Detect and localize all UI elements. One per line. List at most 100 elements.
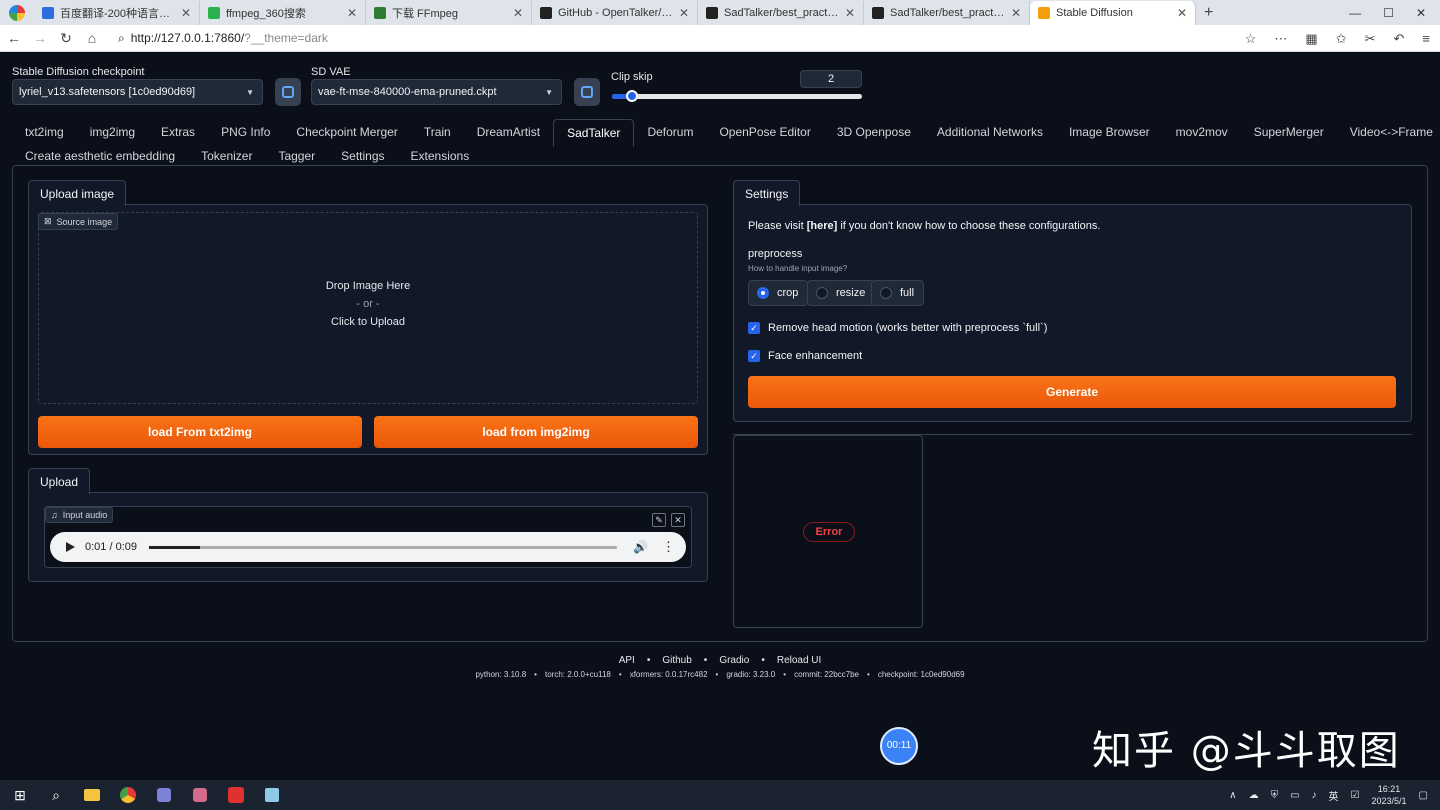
- browser-tab[interactable]: Stable Diffusion ✕: [1030, 1, 1196, 25]
- browser-tab[interactable]: SadTalker/best_practice.md ✕: [864, 1, 1030, 25]
- maximize-icon[interactable]: ☐: [1383, 6, 1394, 20]
- close-tab-icon[interactable]: ✕: [1011, 6, 1021, 20]
- load-from-img2img-button[interactable]: load from img2img: [374, 416, 698, 448]
- tab-upload-image[interactable]: Upload image: [28, 180, 127, 206]
- footer-link[interactable]: Reload UI: [777, 655, 821, 666]
- chevron-up-icon[interactable]: ∧: [1229, 790, 1236, 801]
- separator: •: [618, 670, 622, 679]
- refresh-vae-button[interactable]: [574, 78, 600, 106]
- close-tab-icon[interactable]: ✕: [679, 6, 689, 20]
- check-icon: ✓: [748, 322, 760, 334]
- browser-tab-title: ffmpeg_360搜索: [226, 8, 306, 20]
- search-icon[interactable]: ⌕: [46, 785, 66, 805]
- tab-upload[interactable]: Upload: [28, 468, 91, 494]
- volume-icon[interactable]: ♪: [1312, 790, 1317, 801]
- ime-indicator[interactable]: 英: [1329, 788, 1339, 803]
- tools-icon[interactable]: ✂: [1365, 31, 1376, 47]
- window-controls: — ☐ ✕: [1349, 0, 1440, 25]
- volume-icon[interactable]: 🔊: [633, 540, 648, 554]
- tab-supermerger[interactable]: SuperMerger: [1241, 119, 1337, 147]
- close-tab-icon[interactable]: ✕: [181, 6, 191, 20]
- play-icon[interactable]: [66, 542, 75, 552]
- tab-settings-box[interactable]: Settings: [733, 180, 801, 206]
- browser-tab[interactable]: ffmpeg_360搜索 ✕: [200, 1, 366, 25]
- browser-tab[interactable]: 百度翻译-200种语言互译、沟 ✕: [34, 1, 200, 25]
- preprocess-label: preprocess: [748, 248, 803, 260]
- clip-skip-input[interactable]: 2: [800, 70, 862, 88]
- remove-head-motion-checkbox[interactable]: ✓ Remove head motion (works better with p…: [748, 322, 1047, 334]
- minimize-icon[interactable]: —: [1349, 6, 1361, 20]
- radio-full[interactable]: full: [871, 280, 925, 306]
- radio-resize[interactable]: resize: [807, 280, 876, 306]
- browser-tab-title: GitHub - OpenTalker/SadTa: [558, 7, 673, 19]
- tab-image-browser[interactable]: Image Browser: [1056, 119, 1163, 147]
- check-icon[interactable]: ☑: [1351, 790, 1360, 801]
- vae-dropdown[interactable]: vae-ft-mse-840000-ema-pruned.ckpt ▼: [311, 79, 562, 105]
- close-tab-icon[interactable]: ✕: [1177, 6, 1187, 20]
- image-dropzone[interactable]: Drop Image Here - or - Click to Upload: [38, 212, 698, 404]
- star-icon[interactable]: ☆: [1245, 31, 1257, 47]
- browser-tab-title: 下载 FFmpeg: [392, 8, 459, 20]
- tab-3d-openpose[interactable]: 3D Openpose: [824, 119, 924, 147]
- grid-icon[interactable]: ▦: [1305, 31, 1317, 47]
- footer-link[interactable]: Github: [662, 655, 691, 666]
- favorites-icon[interactable]: ✩: [1336, 31, 1347, 47]
- forward-icon[interactable]: →: [28, 30, 52, 46]
- close-tab-icon[interactable]: ✕: [347, 6, 357, 20]
- face-enhancement-checkbox[interactable]: ✓ Face enhancement: [748, 350, 862, 362]
- tab-additional-networks[interactable]: Additional Networks: [924, 119, 1056, 147]
- url-field[interactable]: ⌕ http://127.0.0.1:7860/?__theme=dark: [118, 31, 328, 46]
- favicon-icon: [706, 7, 718, 19]
- url-query: ?__theme=dark: [244, 31, 328, 45]
- refresh-checkpoint-button[interactable]: [275, 78, 301, 106]
- more-vertical-icon[interactable]: ⋮: [662, 539, 675, 555]
- close-icon[interactable]: ✕: [671, 513, 685, 527]
- more-icon[interactable]: ⋯: [1274, 31, 1287, 47]
- slider-handle[interactable]: [626, 90, 638, 102]
- home-icon[interactable]: ⌂: [80, 30, 104, 46]
- browser-tab[interactable]: 下载 FFmpeg ✕: [366, 1, 532, 25]
- undo-icon[interactable]: ↶: [1394, 31, 1405, 47]
- shield-icon[interactable]: ⛨: [1271, 790, 1279, 801]
- notepad-icon[interactable]: [262, 785, 282, 805]
- tab-video-frame[interactable]: Video<->Frame: [1337, 119, 1440, 147]
- load-from-txt2img-button[interactable]: load From txt2img: [38, 416, 362, 448]
- edit-icon[interactable]: ✎: [652, 513, 666, 527]
- close-tab-icon[interactable]: ✕: [513, 6, 523, 20]
- favicon-icon: [374, 7, 386, 19]
- tab-sadtalker[interactable]: SadTalker: [553, 119, 635, 147]
- menu-icon[interactable]: ≡: [1422, 31, 1430, 46]
- radio-crop[interactable]: crop: [748, 280, 809, 306]
- close-tab-icon[interactable]: ✕: [845, 6, 855, 20]
- browser-icon[interactable]: [118, 785, 138, 805]
- clip-skip-slider[interactable]: [612, 90, 862, 102]
- footer-link[interactable]: Gradio: [719, 655, 749, 666]
- cloud-icon[interactable]: ☁: [1249, 790, 1259, 801]
- version-info: checkpoint: 1c0ed90d69: [877, 670, 965, 679]
- clock[interactable]: 16:21 2023/5/1: [1372, 783, 1407, 807]
- network-icon[interactable]: ▭: [1290, 790, 1299, 801]
- folder-icon[interactable]: [82, 785, 102, 805]
- close-window-icon[interactable]: ✕: [1416, 6, 1426, 20]
- browser-tab[interactable]: GitHub - OpenTalker/SadTa ✕: [532, 1, 698, 25]
- audio-time: 0:01 / 0:09: [85, 541, 137, 553]
- here-link[interactable]: [here]: [807, 220, 838, 232]
- audio-seekbar[interactable]: [149, 545, 617, 549]
- tab-openpose-editor[interactable]: OpenPose Editor: [706, 119, 823, 147]
- generate-button[interactable]: Generate: [748, 376, 1396, 408]
- browser-tab[interactable]: SadTalker/best_practice.md ✕: [698, 1, 864, 25]
- reload-icon[interactable]: ↻: [54, 30, 78, 47]
- back-icon[interactable]: ←: [2, 30, 26, 46]
- checkpoint-dropdown[interactable]: lyriel_v13.safetensors [1c0ed90d69] ▼: [12, 79, 263, 105]
- app-icon[interactable]: [154, 785, 174, 805]
- notification-icon[interactable]: ▢: [1419, 790, 1428, 801]
- footer-link[interactable]: API: [619, 655, 635, 666]
- new-tab-button[interactable]: +: [1196, 1, 1221, 25]
- tab-mov2mov[interactable]: mov2mov: [1163, 119, 1241, 147]
- footer-versions: python: 3.10.8 • torch: 2.0.0+cu118 • xforme…: [0, 670, 1440, 679]
- wps-icon[interactable]: [226, 785, 246, 805]
- windows-start-icon[interactable]: ⊞: [10, 785, 30, 805]
- app-icon[interactable]: [190, 785, 210, 805]
- vae-value: vae-ft-mse-840000-ema-pruned.ckpt: [318, 86, 497, 98]
- tab-deforum[interactable]: Deforum: [634, 119, 706, 147]
